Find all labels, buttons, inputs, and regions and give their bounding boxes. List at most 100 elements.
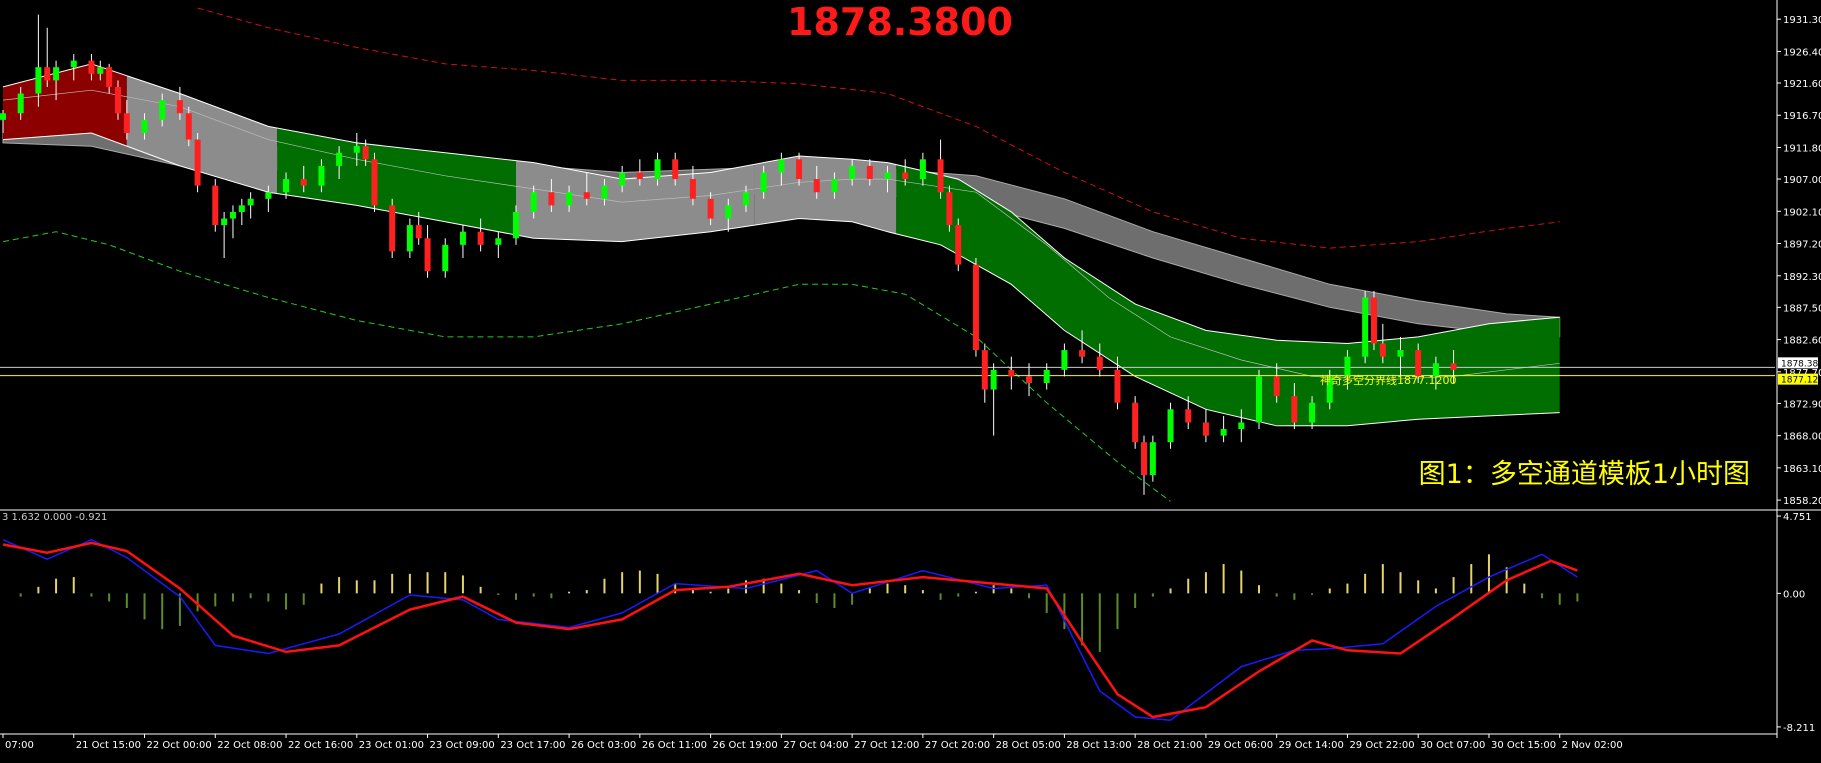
candle-body-72 [1096, 356, 1103, 370]
candle-body-63 [955, 225, 962, 265]
candle-body-8 [106, 67, 113, 87]
candle-body-24 [318, 165, 325, 186]
candle-body-30 [406, 225, 413, 252]
x-tick-label-9: 26 Oct 11:00 [642, 740, 707, 751]
x-tick-label-11: 27 Oct 04:00 [783, 740, 848, 751]
price-tick-label-7: 1897.20 [1783, 240, 1821, 251]
x-tick-label-5: 23 Oct 01:00 [359, 740, 424, 751]
x-tick-label-16: 28 Oct 21:00 [1137, 740, 1202, 751]
candles [0, 14, 1457, 495]
candle-body-20 [247, 198, 254, 206]
candle-body-53 [796, 159, 803, 180]
candle-body-14 [185, 113, 192, 140]
x-tick-label-2: 22 Oct 00:00 [147, 740, 212, 751]
candle-body-57 [866, 165, 873, 180]
caption: 图1：多空通道模板1小时图 [1419, 459, 1750, 490]
candle-body-74 [1132, 402, 1139, 443]
chart-root: 1931.30 1926.40 1921.60 1916.70 1911.80 1907.… [0, 0, 1821, 759]
candle-body-51 [760, 172, 767, 193]
candle-body-59 [902, 172, 909, 180]
candle-body-73 [1114, 369, 1121, 403]
x-tick-label-17: 29 Oct 06:00 [1208, 740, 1273, 751]
candle-body-70 [1061, 350, 1068, 370]
candle-body-60 [919, 159, 926, 180]
price-tick-label-6: 1902.10 [1783, 207, 1821, 218]
x-tick-label-10: 26 Oct 19:00 [713, 740, 778, 751]
price-title: 1878.3800 [787, 0, 1013, 44]
x-tick-label-22: 2 Nov 02:00 [1562, 740, 1623, 751]
candle-body-7 [97, 67, 104, 74]
indicator-lines [0, 7, 1775, 502]
candle-body-16 [212, 185, 219, 226]
candle-body-10 [123, 113, 130, 133]
candle-body-42 [601, 185, 608, 199]
candle-body-22 [283, 179, 290, 193]
candle-body-71 [1079, 350, 1086, 357]
candle-body-35 [477, 231, 484, 245]
x-tick-label-6: 23 Oct 09:00 [430, 740, 495, 751]
candle-body-88 [1362, 297, 1369, 357]
candle-body-83 [1273, 376, 1280, 397]
candle-body-77 [1167, 409, 1174, 443]
price-tick-label-5: 1907.00 [1783, 175, 1821, 186]
candle-body-26 [353, 146, 360, 153]
candle-body-44 [636, 172, 643, 180]
price-tick-label-8: 1892.30 [1783, 272, 1821, 283]
candle-body-12 [159, 100, 166, 120]
osc-red-line [2, 541, 1578, 719]
candle-body-37 [513, 211, 520, 239]
candle-body-92 [1415, 350, 1422, 377]
candle-body-0 [0, 113, 6, 120]
osc-blue-line [2, 538, 1578, 721]
channel-zones [2, 64, 1561, 426]
candle-body-29 [389, 205, 396, 252]
candle-body-82 [1255, 376, 1262, 423]
candle-body-15 [194, 139, 201, 186]
x-tick-label-18: 29 Oct 14:00 [1279, 740, 1344, 751]
candle-body-46 [672, 159, 679, 180]
candle-body-48 [707, 198, 714, 219]
candle-body-64 [972, 264, 979, 351]
candle-body-34 [459, 231, 466, 245]
candle-body-38 [530, 192, 537, 212]
candle-body-79 [1202, 422, 1209, 436]
candle-body-50 [742, 192, 749, 206]
candle-body-66 [990, 369, 997, 390]
x-tick-label-0: 07:00 [5, 740, 34, 751]
osc-header: 3 1.632 0.000 -0.921 [2, 512, 107, 523]
x-tick-label-7: 23 Oct 17:00 [500, 740, 565, 751]
osc-tick-label-2: -8.211 [1783, 723, 1815, 734]
candle-body-84 [1291, 396, 1298, 423]
candle-body-52 [778, 159, 785, 173]
candle-body-32 [424, 238, 431, 272]
candle-body-23 [300, 179, 307, 186]
candle-body-65 [981, 350, 988, 390]
osc-tick-label-1: 0.00 [1783, 589, 1805, 600]
candle-body-36 [495, 238, 502, 245]
candle-body-6 [88, 60, 95, 74]
price-tick-label-3: 1916.70 [1783, 111, 1821, 122]
candle-body-9 [114, 86, 121, 114]
candle-body-78 [1185, 409, 1192, 423]
candle-body-49 [725, 205, 732, 219]
osc-tick-label-0: 4.751 [1783, 512, 1812, 523]
price-tick-label-10: 1882.60 [1783, 336, 1821, 347]
candle-body-90 [1379, 343, 1386, 357]
candle-body-68 [1026, 376, 1033, 383]
candle-body-54 [813, 179, 820, 193]
x-tick-label-3: 22 Oct 08:00 [217, 740, 282, 751]
candle-body-21 [265, 192, 272, 199]
candle-body-27 [362, 146, 369, 160]
candle-body-13 [176, 100, 183, 114]
candle-body-3 [44, 67, 51, 81]
candle-body-40 [566, 192, 573, 206]
price-tick-label-12: 1872.90 [1783, 399, 1821, 410]
candle-body-62 [946, 192, 953, 226]
candle-body-19 [238, 205, 245, 212]
candle-body-61 [937, 159, 944, 193]
candle-body-85 [1309, 402, 1316, 423]
candle-body-5 [70, 60, 77, 68]
candle-body-89 [1370, 297, 1377, 344]
x-tick-label-8: 26 Oct 03:00 [571, 740, 636, 751]
price-tick-label-13: 1868.00 [1783, 432, 1821, 443]
